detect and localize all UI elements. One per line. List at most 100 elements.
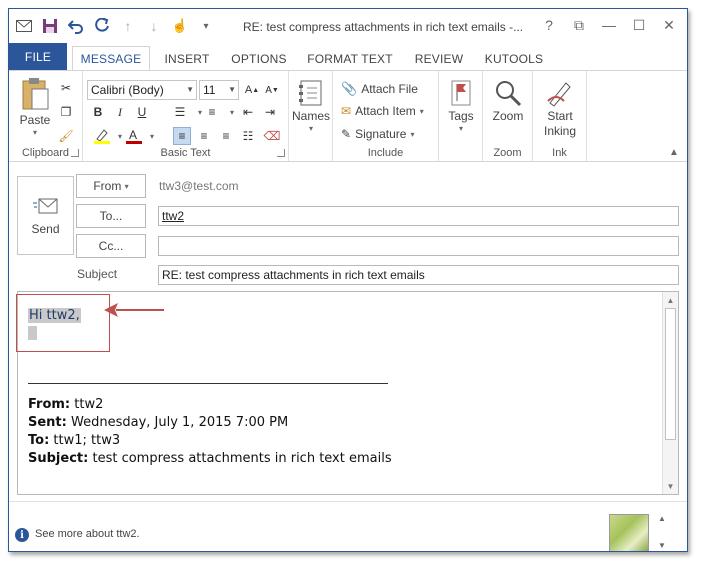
justify-icon[interactable]: ☷: [239, 127, 257, 145]
attach-item-icon: ✉: [341, 104, 352, 118]
to-button[interactable]: To...: [76, 204, 146, 228]
underline-button[interactable]: U: [133, 103, 151, 121]
cut-icon[interactable]: ✂: [57, 79, 75, 97]
see-more-link[interactable]: See more about ttw2.: [35, 528, 140, 540]
chevron-down-icon: ▼: [228, 85, 236, 94]
send-button[interactable]: Send: [17, 176, 74, 255]
flag-icon: [451, 80, 471, 106]
touch-mode-icon[interactable]: ☝: [171, 17, 189, 35]
tab-insert[interactable]: INSERT: [159, 46, 215, 71]
arrow-down-icon[interactable]: ↓: [145, 17, 163, 35]
clipboard-group: Paste ▾ ✂ ❐ 🖌 Clipboard: [9, 71, 83, 161]
tab-file[interactable]: FILE: [9, 43, 67, 71]
signature-icon: ✎: [341, 127, 352, 141]
tab-options[interactable]: OPTIONS: [227, 46, 291, 71]
font-name-combo[interactable]: Calibri (Body) ▼: [87, 80, 197, 100]
zoom-group: Zoom Zoom: [483, 71, 533, 161]
arrow-up-icon[interactable]: ↑: [119, 17, 137, 35]
info-icon: i: [15, 528, 29, 542]
zoom-button[interactable]: Zoom: [487, 79, 529, 124]
include-group: 📎 Attach File ✉ Attach Item ▾ ✎ Signatur…: [333, 71, 439, 161]
tab-format-text[interactable]: FORMAT TEXT: [303, 46, 397, 71]
quick-access-toolbar: ↑ ↓ ☝ ▾: [15, 15, 215, 37]
bold-button[interactable]: B: [89, 103, 107, 121]
ribbon: Paste ▾ ✂ ❐ 🖌 Clipboard Calibri (Body) ▼ …: [9, 70, 687, 162]
font-color-icon[interactable]: A: [125, 127, 143, 145]
align-left-icon[interactable]: ≡: [173, 127, 191, 145]
grow-font-icon[interactable]: A ▲: [243, 81, 261, 99]
tab-kutools[interactable]: KUTOOLS: [481, 46, 547, 71]
close-button[interactable]: ✕: [655, 13, 683, 37]
align-right-icon[interactable]: ≡: [217, 127, 235, 145]
send-icon: [32, 198, 57, 213]
help-button[interactable]: ?: [535, 13, 563, 37]
ribbon-tabs: FILE MESSAGE INSERT OPTIONS FORMAT TEXT …: [9, 43, 687, 71]
numbering-icon[interactable]: ≡: [203, 103, 221, 121]
clear-formatting-icon[interactable]: ⌫: [263, 127, 281, 145]
chevron-down-icon: ▾: [410, 129, 415, 139]
paperclip-icon: 📎: [341, 81, 358, 96]
svg-text:A: A: [129, 128, 137, 142]
font-size-combo[interactable]: 11 ▼: [199, 80, 239, 100]
people-pane-scroll[interactable]: ▲ ▼: [655, 514, 669, 550]
message-body[interactable]: Hi ttw2, From: ttw2 Sent: Wednesday, Jul…: [16, 291, 679, 495]
maximize-button[interactable]: ☐: [625, 13, 653, 37]
redo-icon[interactable]: [93, 17, 111, 35]
tags-button[interactable]: Tags ▾: [443, 79, 479, 133]
cc-field[interactable]: [158, 236, 679, 256]
minimize-button[interactable]: —: [595, 13, 623, 37]
names-group: Names ▾: [289, 71, 333, 161]
attach-file-button[interactable]: 📎 Attach File: [341, 81, 418, 97]
ribbon-display-button[interactable]: ⧉: [565, 13, 593, 37]
paste-icon: [22, 78, 49, 110]
names-button[interactable]: Names ▾: [291, 79, 331, 133]
ink-group: Start Inking Ink: [533, 71, 587, 161]
undo-icon[interactable]: [67, 17, 85, 35]
tab-review[interactable]: REVIEW: [409, 46, 469, 71]
chevron-down-icon: ▾: [419, 106, 424, 116]
window-title: RE: test compress attachments in rich te…: [243, 20, 524, 34]
separator-line: [28, 383, 388, 384]
caret-font-color-icon[interactable]: ▾: [143, 127, 161, 145]
save-icon[interactable]: [41, 17, 59, 35]
chevron-down-icon[interactable]: ▼: [658, 541, 666, 550]
increase-indent-icon[interactable]: ⇥: [261, 103, 279, 121]
cc-button[interactable]: Cc...: [76, 234, 146, 258]
customize-toolbar-icon[interactable]: ▾: [197, 17, 215, 35]
clipboard-launcher-icon[interactable]: [71, 149, 79, 157]
scroll-up-icon[interactable]: ▲: [663, 293, 678, 307]
include-group-label: Include: [367, 147, 404, 159]
quoted-subject-line: Subject: test compress attachments in ri…: [28, 451, 392, 466]
to-field[interactable]: ttw2: [158, 206, 679, 226]
subject-field[interactable]: RE: test compress attachments in rich te…: [158, 265, 679, 285]
from-button[interactable]: From ▾: [76, 174, 146, 198]
signature-button[interactable]: ✎ Signature ▾: [341, 127, 414, 141]
highlight-icon[interactable]: [93, 127, 111, 145]
collapse-ribbon-icon[interactable]: ▲: [665, 143, 683, 161]
basic-text-launcher-icon[interactable]: [277, 149, 285, 157]
align-center-icon[interactable]: ≡: [195, 127, 213, 145]
chevron-up-icon[interactable]: ▲: [658, 514, 666, 523]
attach-item-button[interactable]: ✉ Attach Item ▾: [341, 104, 424, 118]
tab-message[interactable]: MESSAGE: [72, 46, 150, 71]
annotation-arrow-icon: [104, 303, 164, 317]
address-book-icon: [299, 80, 322, 106]
contact-avatar[interactable]: [609, 514, 649, 551]
subject-label: Subject: [77, 267, 118, 281]
outlook-compose-window: ↑ ↓ ☝ ▾ RE: test compress attachments in…: [8, 8, 688, 552]
copy-icon[interactable]: ❐: [57, 103, 75, 121]
basic-text-group-label: Basic Text: [160, 147, 211, 159]
tags-group: Tags ▾: [439, 71, 483, 161]
envelope-icon[interactable]: [15, 17, 33, 35]
body-scrollbar[interactable]: ▲ ▼: [662, 292, 678, 494]
paste-button[interactable]: Paste ▾: [17, 77, 53, 137]
format-painter-icon[interactable]: 🖌: [57, 127, 75, 145]
start-inking-button[interactable]: Start Inking: [537, 79, 583, 139]
bullets-icon[interactable]: ☰: [171, 103, 189, 121]
decrease-indent-icon[interactable]: ⇤: [239, 103, 257, 121]
italic-button[interactable]: I: [111, 103, 129, 121]
shrink-font-icon[interactable]: A ▼: [263, 81, 281, 99]
scroll-thumb[interactable]: [665, 308, 676, 440]
scroll-down-icon[interactable]: ▼: [663, 479, 678, 493]
magnifier-icon: [496, 81, 522, 107]
